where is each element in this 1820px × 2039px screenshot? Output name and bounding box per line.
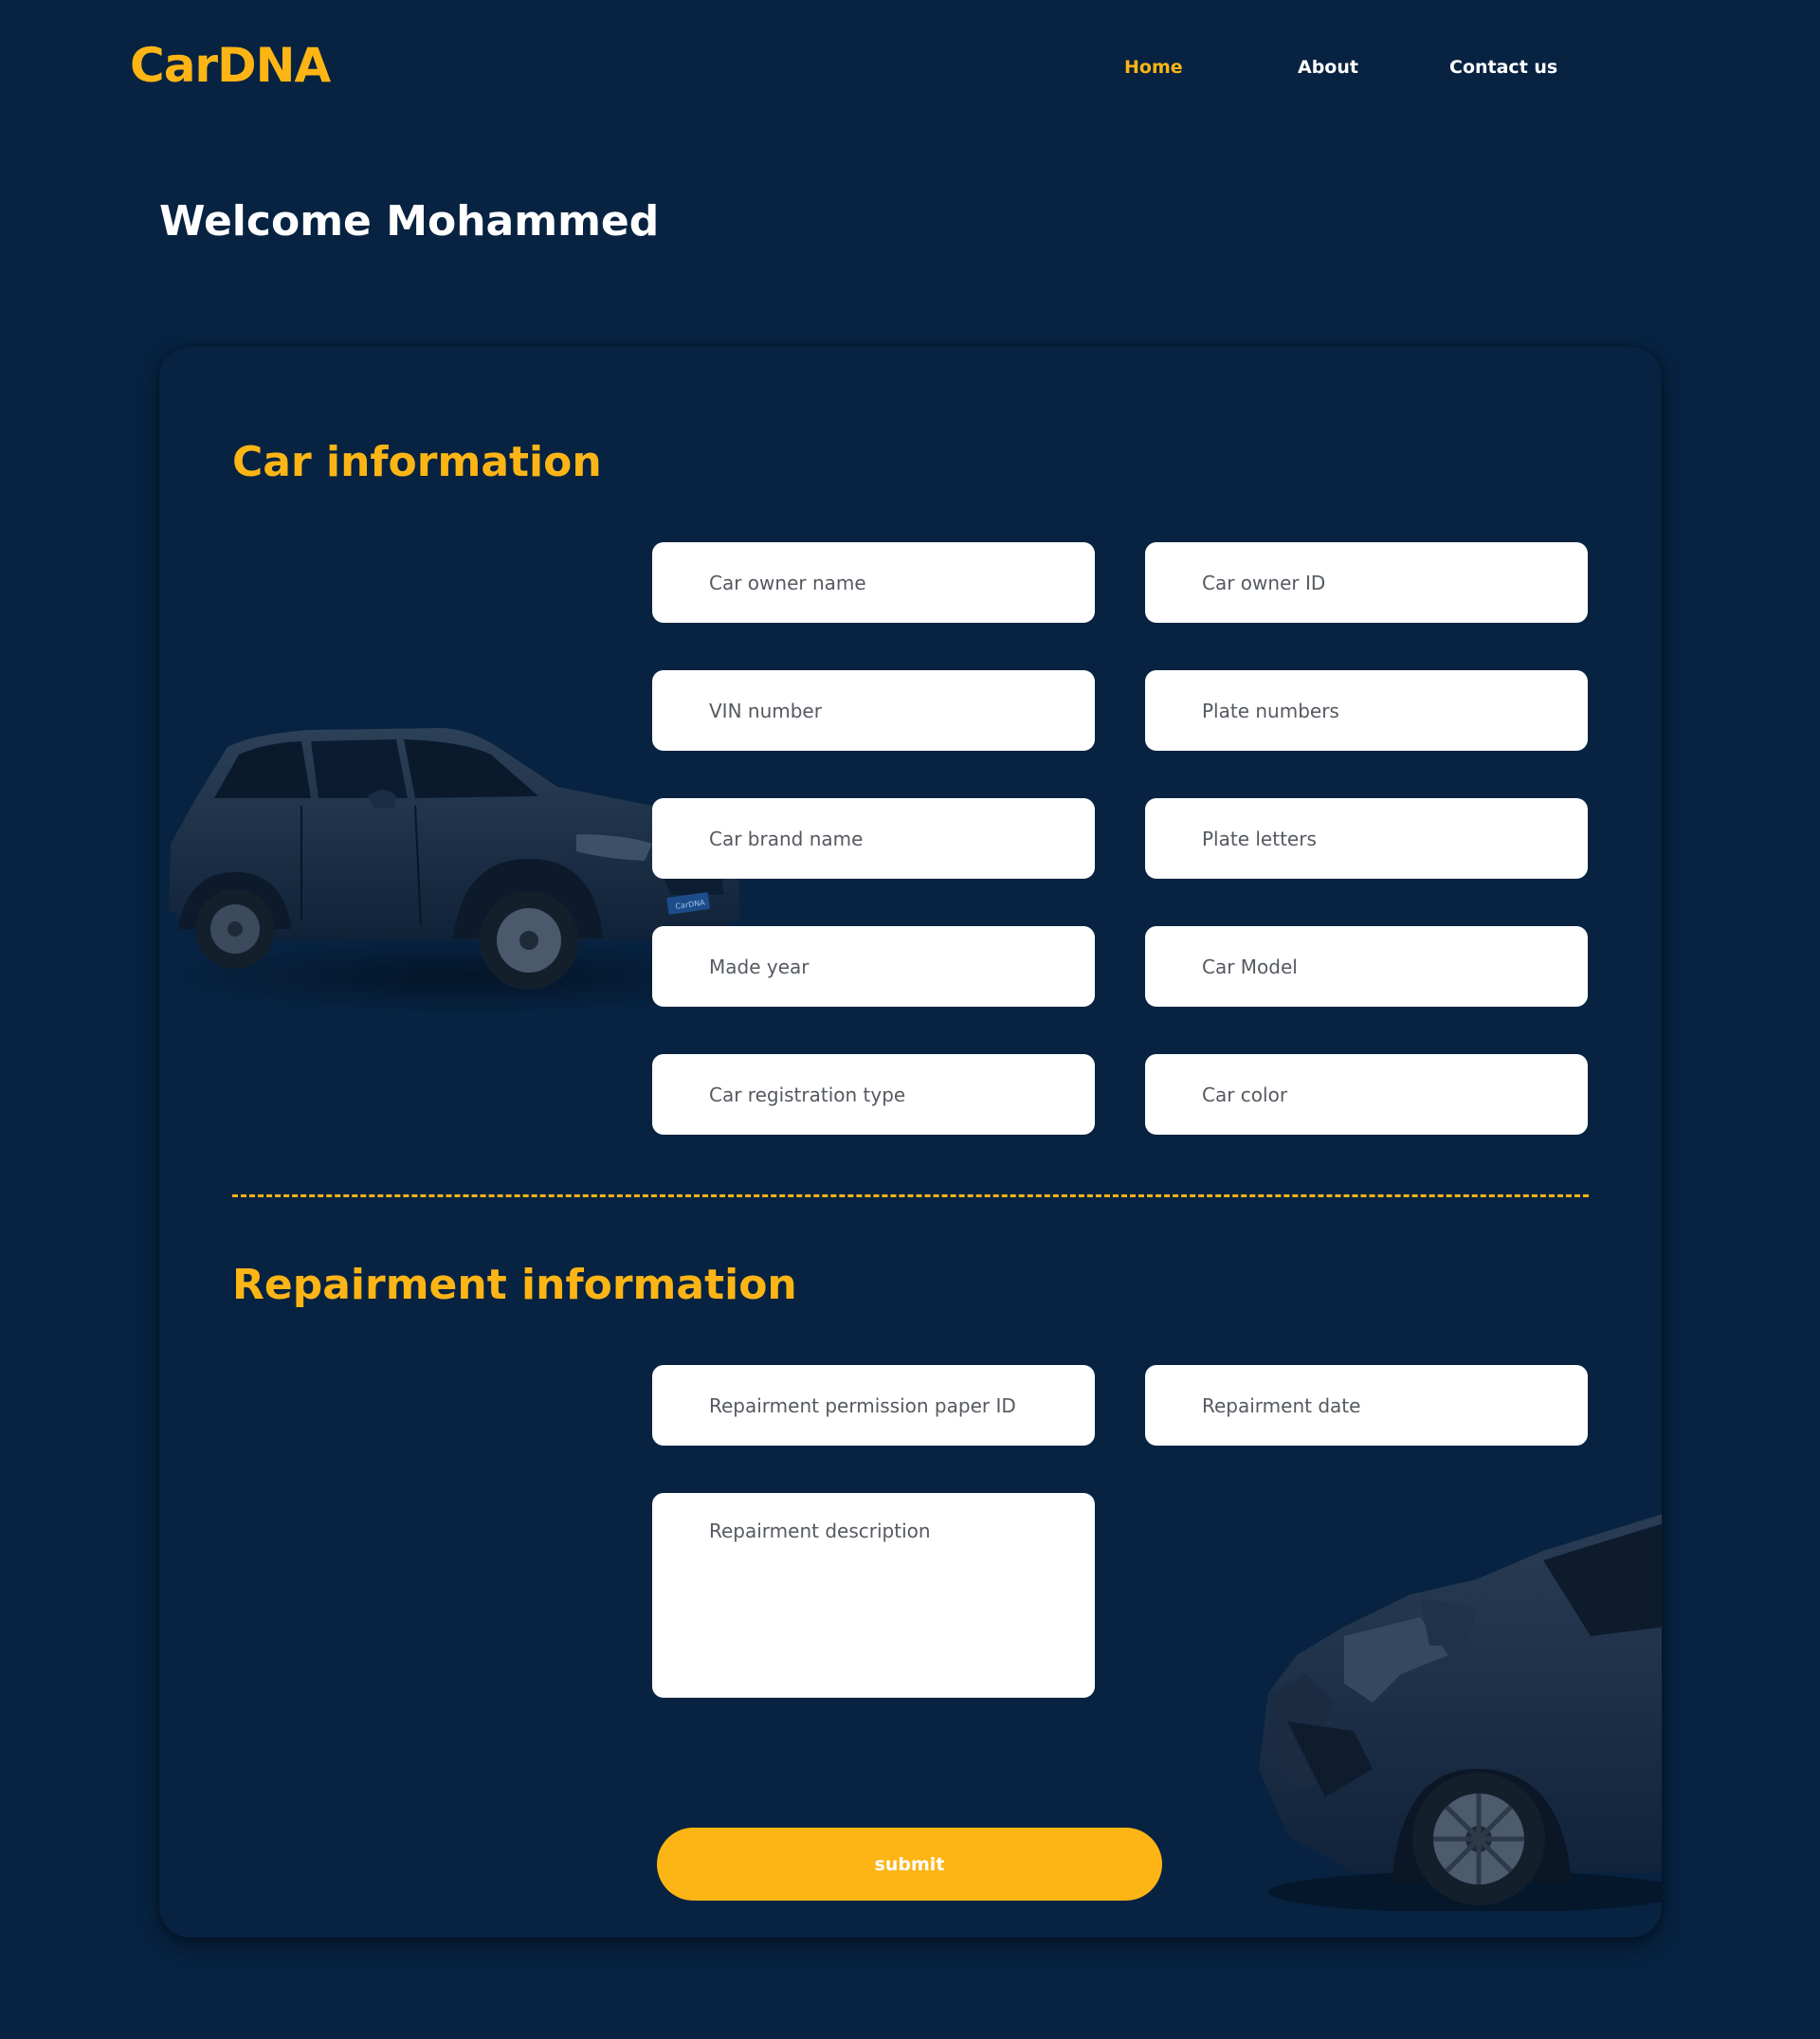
page: CarDNA Home About Contact us Welcome Moh… [0,0,1820,2039]
section-divider [232,1194,1589,1197]
nav-about-link[interactable]: About [1298,57,1358,78]
vin-number-input[interactable] [652,670,1095,751]
wrecked-car-image [1259,1514,1662,1911]
main-nav: Home About Contact us [0,57,1820,85]
car-information-title: Car information [232,438,602,486]
repairment-permission-id-input[interactable] [652,1365,1095,1446]
repairment-description-textarea[interactable] [652,1493,1095,1698]
made-year-input[interactable] [652,926,1095,1007]
repairment-information-title: Repairment information [232,1261,797,1309]
nav-contact-link[interactable]: Contact us [1449,57,1557,78]
form-card: CarDNA Car information Car owner name Ca… [159,347,1662,1938]
car-registration-type-input[interactable] [652,1054,1095,1135]
car-color-input[interactable] [1145,1054,1588,1135]
car-owner-id-input[interactable] [1145,542,1588,623]
repairment-date-input[interactable] [1145,1365,1588,1446]
car-model-input[interactable] [1145,926,1588,1007]
plate-letters-input[interactable] [1145,798,1588,879]
nav-home-link[interactable]: Home [1124,57,1183,78]
car-owner-name-input[interactable] [652,542,1095,623]
plate-numbers-input[interactable] [1145,670,1588,751]
welcome-heading: Welcome Mohammed [159,197,660,246]
car-brand-name-input[interactable] [652,798,1095,879]
submit-button[interactable]: submit [657,1828,1162,1901]
